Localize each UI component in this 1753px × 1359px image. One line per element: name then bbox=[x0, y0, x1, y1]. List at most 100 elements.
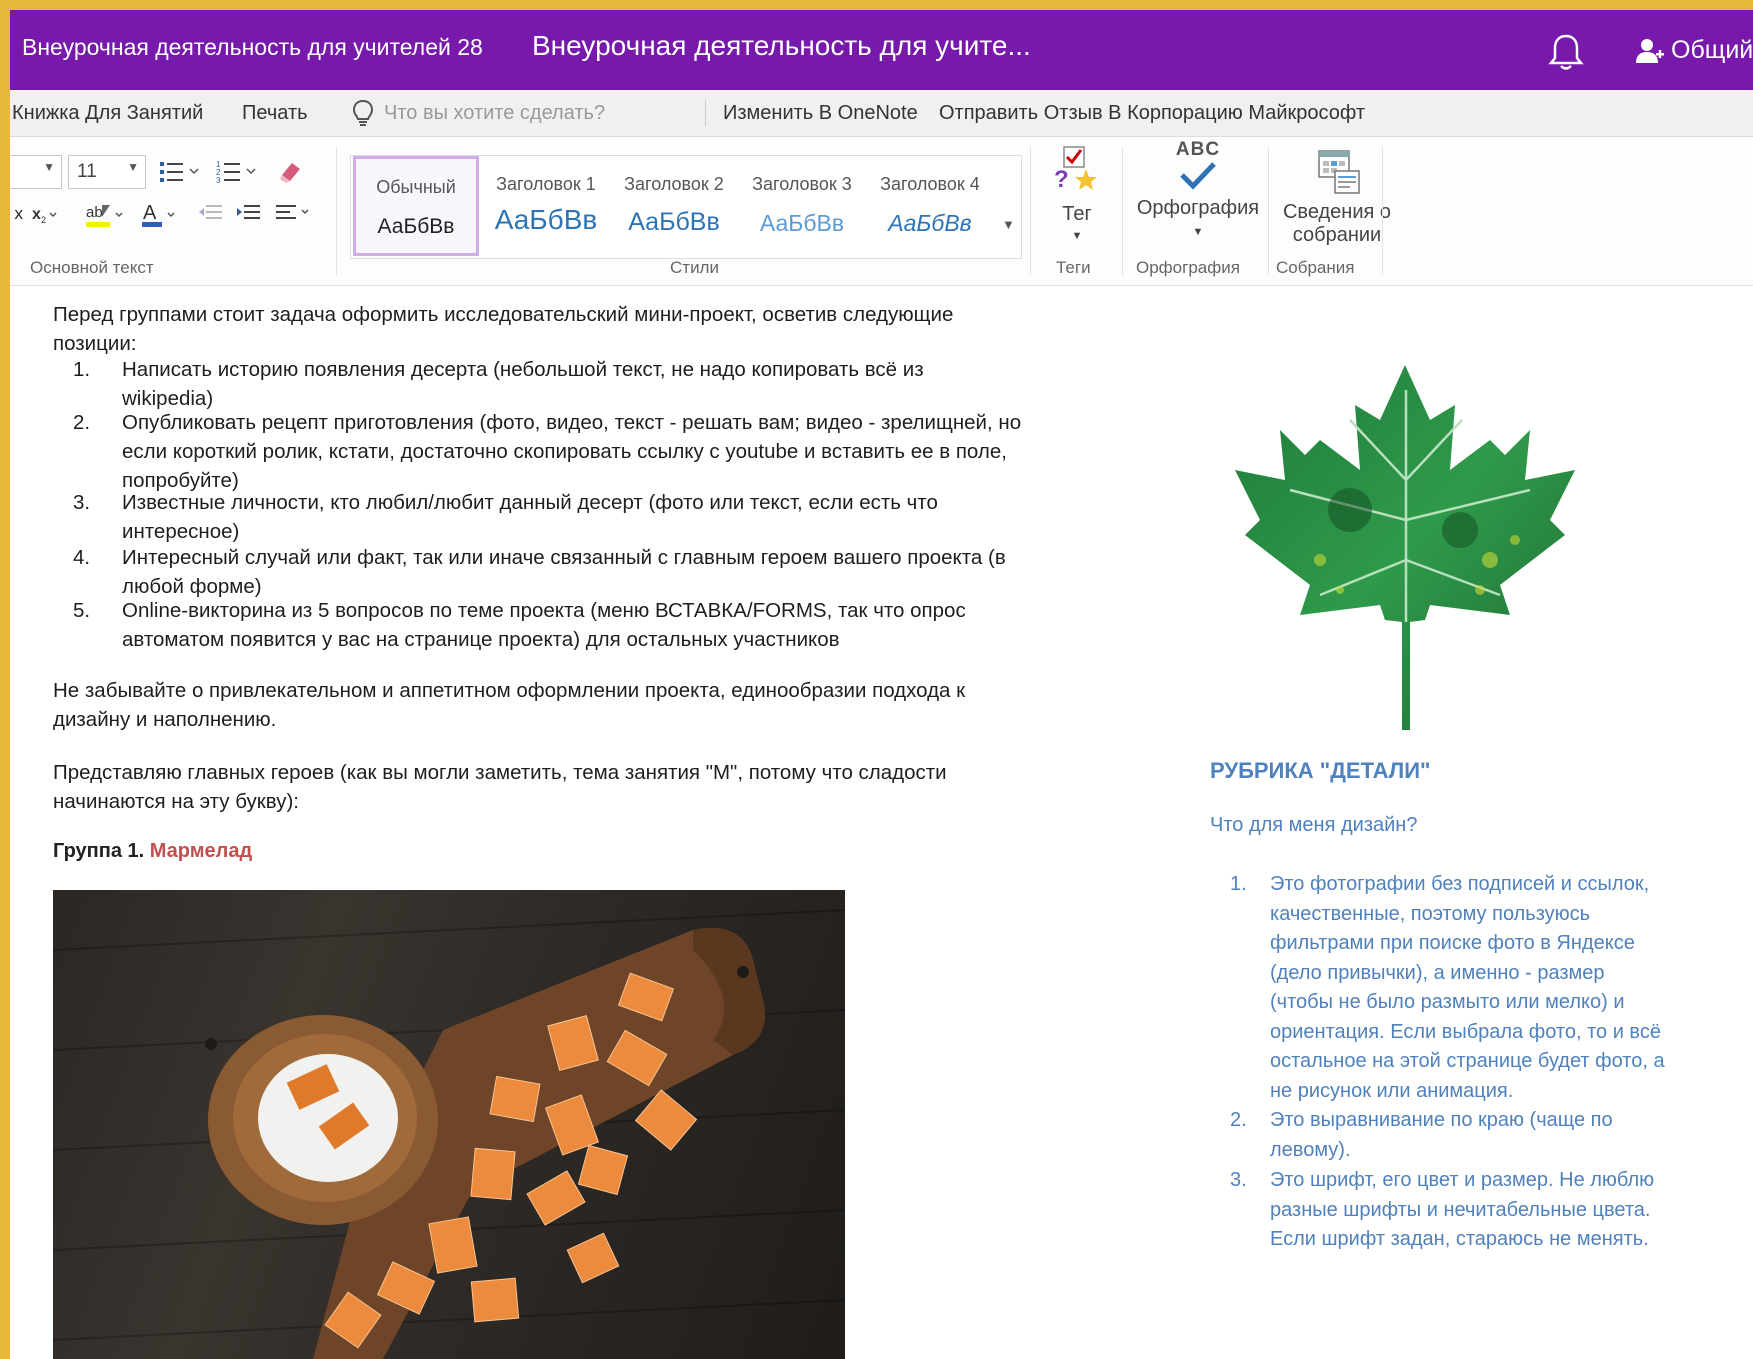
list-line: Если шрифт задан, стараюсь не менять. bbox=[1270, 1228, 1649, 1250]
menu-separator bbox=[705, 100, 706, 126]
align-icon[interactable] bbox=[274, 203, 314, 225]
style-sample: АаБбВв bbox=[759, 210, 845, 236]
ribbon: ▼ 11 ▼ 1 2 3 ⅹ x 2 ab A Основной текст О… bbox=[10, 137, 1753, 286]
svg-text:A: A bbox=[143, 202, 157, 224]
list-line: автоматом появится у вас на странице про… bbox=[122, 628, 840, 651]
chevron-down-icon: ▼ bbox=[1071, 230, 1083, 242]
style-name: Заголовок 2 bbox=[624, 174, 724, 194]
list-number: 3. bbox=[1230, 1169, 1247, 1191]
svg-text:2: 2 bbox=[41, 215, 46, 225]
group-heading: Группа 1. Мармелад bbox=[53, 840, 252, 863]
style-sample: АаБбВв bbox=[494, 204, 598, 235]
group-label-tags: Теги bbox=[1056, 258, 1091, 277]
reminder-line-1: Не забывайте о привлекательном и аппетит… bbox=[53, 679, 966, 702]
ribbon-separator bbox=[336, 147, 337, 275]
marmalade-photo[interactable] bbox=[53, 890, 845, 1359]
decrease-indent-icon[interactable] bbox=[198, 203, 224, 225]
chevron-down-icon: ▼ bbox=[127, 160, 139, 174]
list-number: 2. bbox=[73, 411, 91, 434]
list-line: (чтобы не было размыто или мелко) и bbox=[1270, 991, 1625, 1013]
list-line: ориентация. Если выбрала фото, то и всё bbox=[1270, 1020, 1661, 1043]
intro-line-1: Перед группами стоит задача оформить исс… bbox=[53, 303, 954, 326]
style-name: Заголовок 3 bbox=[752, 174, 852, 194]
svg-text:?: ? bbox=[1054, 166, 1069, 193]
list-line: (дело привычки), а именно - размер bbox=[1270, 961, 1605, 984]
spelling-button[interactable]: ABC Орфография ▼ bbox=[1128, 139, 1268, 238]
page-content[interactable]: Перед группами стоит задача оформить исс… bbox=[10, 286, 1753, 1359]
maple-leaf-image bbox=[1235, 365, 1575, 730]
style-sample: АаБбВв bbox=[628, 208, 720, 236]
chevron-down-icon: ▼ bbox=[43, 160, 55, 174]
checkmark-icon bbox=[1180, 162, 1216, 190]
list-number: 4. bbox=[73, 546, 91, 569]
tag-icon: ? bbox=[1054, 146, 1097, 193]
list-line: Интересный случай или факт, так или инач… bbox=[122, 546, 1006, 569]
subscript-button[interactable]: ⅹ x 2 bbox=[10, 203, 58, 233]
menu-bar: Книжка Для Занятий Печать Что вы хотите … bbox=[10, 90, 1753, 137]
intro-line-2: позиции: bbox=[53, 332, 137, 355]
style-heading-4[interactable]: Заголовок 4 АаБбВв bbox=[867, 156, 993, 256]
list-line: левому). bbox=[1270, 1138, 1351, 1161]
tag-label: Тег bbox=[1062, 203, 1092, 225]
notification-bell-icon[interactable] bbox=[1548, 32, 1584, 72]
clear-formatting-icon[interactable] bbox=[278, 157, 306, 185]
list-number: 5. bbox=[73, 599, 91, 622]
svg-text:3: 3 bbox=[216, 176, 221, 185]
style-name: Заголовок 4 bbox=[880, 174, 980, 194]
style-sample: АаБбВв bbox=[888, 210, 972, 236]
list-line: Написать историю появления десерта (небо… bbox=[122, 358, 924, 381]
style-normal[interactable]: Обычный АаБбВв bbox=[353, 156, 479, 256]
bullet-list-icon[interactable] bbox=[158, 159, 202, 185]
heroes-line-1: Представляю главных героев (как вы могли… bbox=[53, 761, 947, 784]
heroes-line-2: начинаются на эту букву): bbox=[53, 790, 299, 813]
list-line: Это шрифт, его цвет и размер. Не люблю bbox=[1270, 1169, 1655, 1191]
list-line: интересное) bbox=[122, 520, 240, 543]
highlight-icon[interactable]: ab bbox=[84, 201, 128, 229]
chevron-down-icon: ▼ bbox=[1192, 226, 1204, 238]
rubric-title: РУБРИКА "ДЕТАЛИ" bbox=[1210, 758, 1431, 783]
list-line: Опубликовать рецепт приготовления (фото,… bbox=[122, 411, 1022, 434]
ribbon-separator bbox=[1382, 147, 1383, 275]
add-person-icon bbox=[1636, 38, 1664, 63]
style-heading-2[interactable]: Заголовок 2 АаБбВв bbox=[611, 156, 737, 256]
rubric-question: Что для меня дизайн? bbox=[1210, 814, 1418, 836]
menu-item-notebook[interactable]: Книжка Для Занятий bbox=[12, 102, 203, 125]
group-label-spelling: Орфография bbox=[1136, 258, 1240, 277]
meeting-details-icon bbox=[1318, 150, 1360, 194]
list-line: разные шрифты и нечитабельные цвета. bbox=[1270, 1198, 1651, 1221]
list-line: Это выравнивание по краю (чаще по bbox=[1270, 1109, 1613, 1131]
font-color-icon[interactable]: A bbox=[140, 201, 180, 229]
tell-me-input[interactable]: Что вы хотите сделать? bbox=[384, 102, 605, 125]
group-label: Группа 1. bbox=[53, 840, 145, 862]
edit-in-onenote-link[interactable]: Изменить В OneNote bbox=[723, 102, 918, 125]
share-label: Общий bbox=[1671, 36, 1753, 64]
ribbon-separator bbox=[1122, 147, 1123, 275]
increase-indent-icon[interactable] bbox=[236, 203, 262, 225]
reminder-line-2: дизайну и наполнению. bbox=[53, 708, 277, 731]
svg-text:ab: ab bbox=[86, 204, 103, 221]
numbered-list-icon[interactable]: 1 2 3 bbox=[215, 159, 259, 185]
list-line: фильтрами при поиске фото в Яндексе bbox=[1270, 932, 1635, 954]
page-title: Внеурочная деятельность для учите... bbox=[532, 30, 1031, 61]
tag-button[interactable]: ? Тег ▼ bbox=[1044, 143, 1110, 242]
list-line: если короткий ролик, кстати, достаточно … bbox=[122, 440, 1007, 463]
styles-gallery: Обычный АаБбВв Заголовок 1 АаБбВв Заголо… bbox=[350, 155, 1022, 259]
style-sample: АаБбВв bbox=[377, 215, 455, 238]
font-size-combo[interactable]: 11 ▼ bbox=[68, 155, 146, 189]
group-label-styles: Стили bbox=[670, 258, 719, 277]
style-heading-3[interactable]: Заголовок 3 АаБбВв bbox=[739, 156, 865, 256]
list-number: 3. bbox=[73, 491, 91, 514]
style-heading-1[interactable]: Заголовок 1 АаБбВв bbox=[483, 156, 609, 256]
group-label-meetings: Собрания bbox=[1276, 258, 1355, 277]
group-name: Мармелад bbox=[149, 840, 253, 862]
list-line: не рисунок или анимация. bbox=[1270, 1079, 1514, 1102]
svg-text:x: x bbox=[32, 206, 41, 223]
notebook-name[interactable]: Внеурочная деятельность для учителей 28 bbox=[22, 34, 483, 61]
feedback-link[interactable]: Отправить Отзыв В Корпорацию Майкрософт bbox=[939, 102, 1365, 125]
styles-more-icon[interactable]: ▼ bbox=[1002, 217, 1015, 232]
share-button[interactable]: Общий bbox=[1635, 36, 1753, 65]
font-name-combo[interactable]: ▼ bbox=[10, 155, 62, 189]
marmalade-image bbox=[53, 909, 845, 1359]
list-number: 1. bbox=[73, 358, 91, 381]
menu-item-print[interactable]: Печать bbox=[242, 102, 308, 125]
